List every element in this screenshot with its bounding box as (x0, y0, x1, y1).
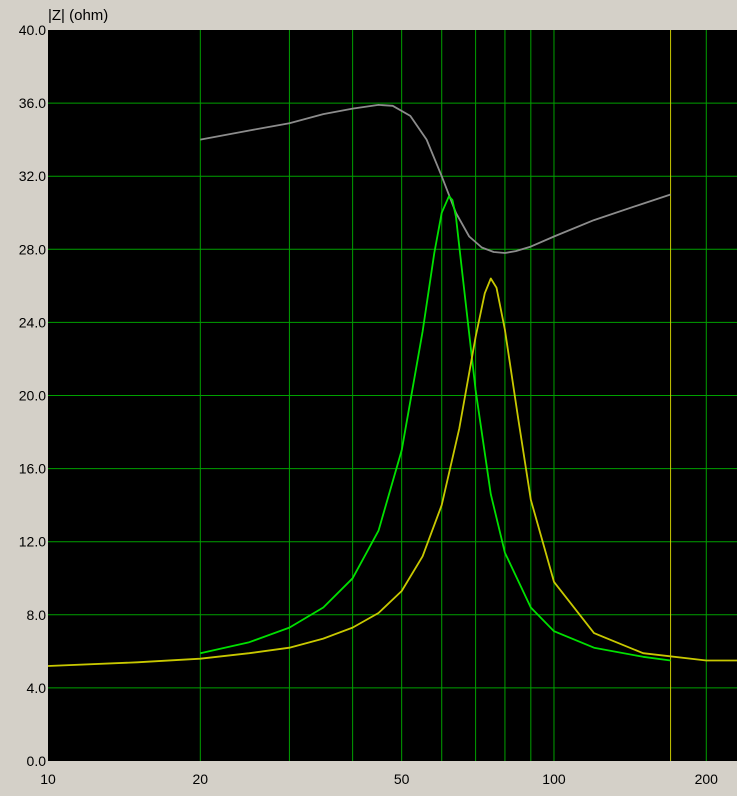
y-tick-label: 32.0 (19, 168, 46, 184)
y-tick-label: 8.0 (27, 607, 47, 623)
y-tick-label: 36.0 (19, 95, 46, 111)
x-tick-label: 200 (695, 771, 719, 787)
x-tick-label: 100 (542, 771, 566, 787)
y-tick-label: 20.0 (19, 388, 46, 404)
x-tick-labels: 10 20 50 100 200 (40, 771, 718, 787)
y-tick-label: 40.0 (19, 22, 46, 38)
y-tick-labels: 0.0 4.0 8.0 12.0 16.0 20.0 24.0 28.0 32.0 36.0 40.… (19, 22, 46, 769)
x-tick-label: 50 (394, 771, 410, 787)
y-tick-label: 16.0 (19, 461, 46, 477)
x-tick-label: 10 (40, 771, 56, 787)
impedance-chart: 0.0 4.0 8.0 12.0 16.0 20.0 24.0 28.0 32.0 36.0 40.… (19, 7, 737, 787)
y-axis-title: |Z| (ohm) (48, 7, 108, 24)
x-tick-label: 20 (193, 771, 209, 787)
y-tick-label: 28.0 (19, 241, 46, 257)
y-tick-label: 0.0 (27, 753, 47, 769)
y-tick-label: 4.0 (27, 680, 47, 696)
y-tick-label: 12.0 (19, 534, 46, 550)
y-tick-label: 24.0 (19, 314, 46, 330)
